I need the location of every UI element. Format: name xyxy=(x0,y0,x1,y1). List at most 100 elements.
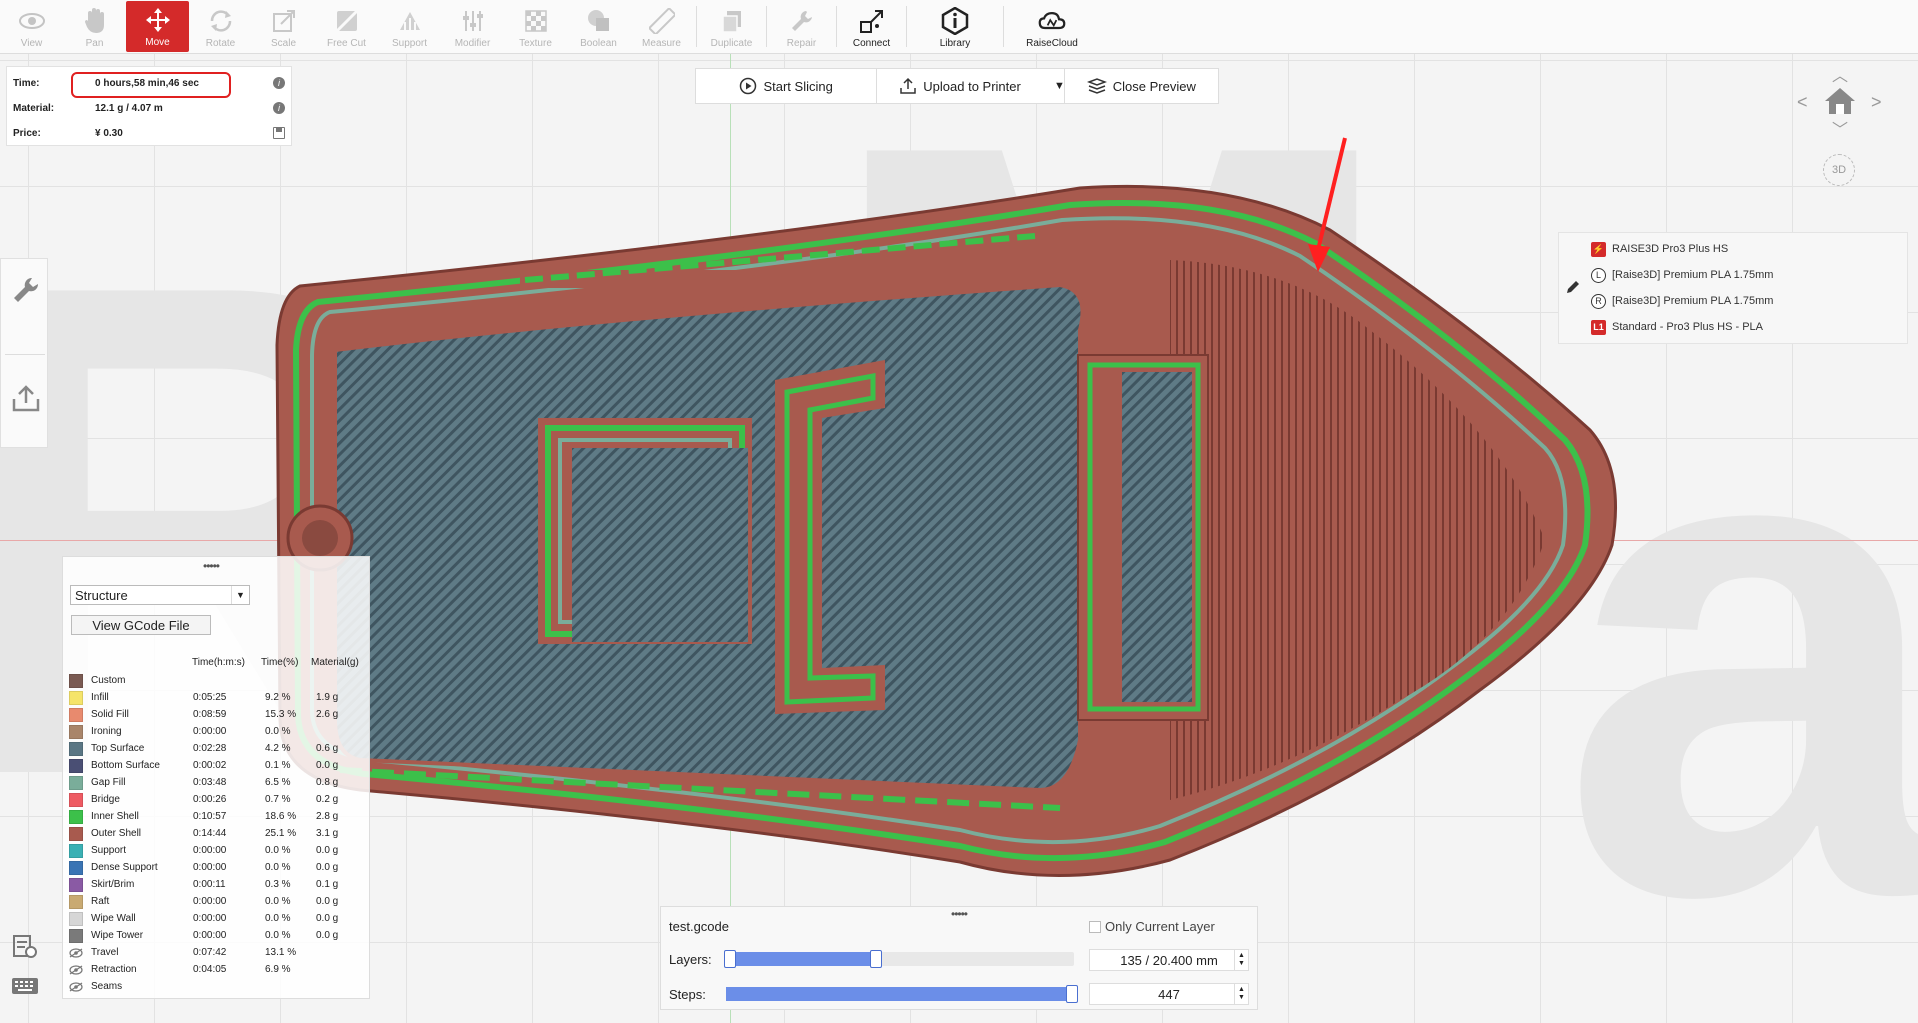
drag-handle[interactable]: ••••• xyxy=(203,559,220,573)
layers-slider-min-handle[interactable] xyxy=(724,950,736,968)
color-swatch[interactable] xyxy=(69,724,83,739)
legend-row[interactable]: Top Surface 0:02:28 4.2 % 0.6 g xyxy=(69,740,365,757)
color-swatch[interactable] xyxy=(69,758,83,773)
library-button[interactable]: Library xyxy=(910,0,1000,53)
legend-row[interactable]: Wipe Tower 0:00:00 0.0 % 0.0 g xyxy=(69,927,365,944)
upload-dropdown-icon[interactable]: ▼ xyxy=(1054,80,1065,92)
material-info-icon[interactable]: i xyxy=(273,102,285,114)
layers-value-input[interactable]: 135 / 20.400 mm ▲ ▼ xyxy=(1089,949,1249,971)
checkbox-box[interactable] xyxy=(1089,920,1101,933)
measure-tool-button[interactable]: Measure xyxy=(630,0,693,53)
only-current-layer-checkbox[interactable]: Only Current Layer xyxy=(1089,919,1215,934)
support-tool-button[interactable]: Support xyxy=(378,0,441,53)
legend-row-name: Infill xyxy=(91,692,109,703)
legend-row-material: 2.8 g xyxy=(316,811,339,822)
legend-row-percent: 9.2 % xyxy=(265,692,291,703)
material-value: 12.1 g / 4.07 m xyxy=(95,102,163,114)
legend-row[interactable]: Retraction 0:04:05 6.9 % xyxy=(69,961,365,978)
view-gcode-button[interactable]: View GCode File xyxy=(71,615,211,635)
hidden-eye-icon[interactable] xyxy=(69,963,83,977)
legend-row[interactable]: Seams xyxy=(69,978,365,995)
color-swatch[interactable] xyxy=(69,928,83,943)
3d-view-icon[interactable]: 3D xyxy=(1823,154,1855,186)
duplicate-tool-button[interactable]: Duplicate xyxy=(700,0,763,53)
legend-row-time: 0:05:25 xyxy=(193,692,227,703)
legend-row-material: 0.6 g xyxy=(316,743,339,754)
view-tool-button[interactable]: View xyxy=(0,0,63,53)
legend-row[interactable]: Solid Fill 0:08:59 15.3 % 2.6 g xyxy=(69,706,365,723)
legend-row[interactable]: Bridge 0:00:26 0.7 % 0.2 g xyxy=(69,791,365,808)
color-swatch[interactable] xyxy=(69,792,83,807)
color-swatch[interactable] xyxy=(69,690,83,705)
legend-row[interactable]: Support 0:00:00 0.0 % 0.0 g xyxy=(69,842,365,859)
legend-row[interactable]: Outer Shell 0:14:44 25.1 % 3.1 g xyxy=(69,825,365,842)
steps-slider-handle[interactable] xyxy=(1066,985,1078,1003)
drag-handle[interactable]: ••••• xyxy=(951,907,968,921)
view-mode-select[interactable]: Structure ▼ xyxy=(70,585,250,605)
texture-tool-button[interactable]: Texture xyxy=(504,0,567,53)
settings-wrench-icon[interactable] xyxy=(11,275,41,305)
print-log-icon[interactable] xyxy=(10,932,40,960)
nav-down-icon[interactable]: ﹀ xyxy=(1832,116,1848,140)
nav-up-icon[interactable]: ︿ xyxy=(1832,62,1848,86)
legend-row[interactable]: Bottom Surface 0:00:02 0.1 % 0.0 g xyxy=(69,757,365,774)
modifier-tool-button[interactable]: Modifier xyxy=(441,0,504,53)
legend-row-time: 0:14:44 xyxy=(193,828,227,839)
legend-row[interactable]: Wipe Wall 0:00:00 0.0 % 0.0 g xyxy=(69,910,365,927)
color-swatch[interactable] xyxy=(69,741,83,756)
close-preview-button[interactable]: Close Preview xyxy=(1065,69,1218,103)
legend-row-time: 0:00:11 xyxy=(193,879,226,890)
layers-slider-max-handle[interactable] xyxy=(869,950,882,968)
color-swatch[interactable] xyxy=(69,911,83,926)
boolean-tool-button[interactable]: Boolean xyxy=(567,0,630,53)
move-tool-button[interactable]: Move xyxy=(126,1,189,52)
pan-tool-button[interactable]: Pan xyxy=(63,0,126,53)
toolbar-divider xyxy=(766,6,767,47)
color-swatch[interactable] xyxy=(69,775,83,790)
edit-pencil-icon[interactable] xyxy=(1565,279,1581,298)
time-info-icon[interactable]: i xyxy=(273,77,285,89)
scale-tool-button[interactable]: Scale xyxy=(252,0,315,53)
legend-row[interactable]: Raft 0:00:00 0.0 % 0.0 g xyxy=(69,893,365,910)
steps-stepper[interactable]: ▲ ▼ xyxy=(1234,984,1248,1004)
layers-slider[interactable] xyxy=(724,950,1074,968)
legend-row[interactable]: Ironing 0:00:00 0.0 % xyxy=(69,723,365,740)
legend-row[interactable]: Gap Fill 0:03:48 6.5 % 0.8 g xyxy=(69,774,365,791)
legend-row[interactable]: Infill 0:05:25 9.2 % 1.9 g xyxy=(69,689,365,706)
steps-slider[interactable] xyxy=(726,985,1078,1003)
repair-tool-button[interactable]: Repair xyxy=(770,0,833,53)
legend-row[interactable]: Skirt/Brim 0:00:11 0.3 % 0.1 g xyxy=(69,876,365,893)
save-icon[interactable] xyxy=(273,127,285,139)
layers-stepper[interactable]: ▲ ▼ xyxy=(1234,950,1248,970)
color-swatch[interactable] xyxy=(69,860,83,875)
free-cut-tool-button[interactable]: Free Cut xyxy=(315,0,378,53)
color-swatch[interactable] xyxy=(69,894,83,909)
export-icon[interactable] xyxy=(11,383,41,413)
steps-value-input[interactable]: 447 ▲ ▼ xyxy=(1089,983,1249,1005)
connect-button[interactable]: Connect xyxy=(840,0,903,53)
legend-row-percent: 25.1 % xyxy=(265,828,297,839)
legend-row[interactable]: Inner Shell 0:10:57 18.6 % 2.8 g xyxy=(69,808,365,825)
time-column-header: Time(h:m:s) xyxy=(192,657,245,668)
color-swatch[interactable] xyxy=(69,809,83,824)
color-swatch[interactable] xyxy=(69,826,83,841)
legend-row[interactable]: Travel 0:07:42 13.1 % xyxy=(69,944,365,961)
printer-profile-panel[interactable]: ⚡ RAISE3D Pro3 Plus HS L [Raise3D] Premi… xyxy=(1558,232,1908,344)
color-swatch[interactable] xyxy=(69,877,83,892)
hidden-eye-icon[interactable] xyxy=(69,946,83,960)
nav-right-icon[interactable]: > xyxy=(1871,92,1882,113)
legend-row-material: 2.6 g xyxy=(316,709,339,720)
raisecloud-button[interactable]: RaiseCloud xyxy=(1007,0,1097,53)
color-swatch[interactable] xyxy=(69,673,83,688)
legend-row[interactable]: Custom xyxy=(69,672,365,689)
legend-row-percent: 4.2 % xyxy=(265,743,291,754)
keyboard-shortcuts-icon[interactable] xyxy=(10,972,40,1000)
upload-to-printer-button[interactable]: Upload to Printer ▼ xyxy=(877,69,1065,103)
color-swatch[interactable] xyxy=(69,707,83,722)
legend-row[interactable]: Dense Support 0:00:00 0.0 % 0.0 g xyxy=(69,859,365,876)
rotate-tool-button[interactable]: Rotate xyxy=(189,0,252,53)
color-swatch[interactable] xyxy=(69,843,83,858)
nav-left-icon[interactable]: < xyxy=(1797,92,1808,113)
start-slicing-button[interactable]: Start Slicing xyxy=(696,69,878,103)
hidden-eye-icon[interactable] xyxy=(69,980,83,994)
